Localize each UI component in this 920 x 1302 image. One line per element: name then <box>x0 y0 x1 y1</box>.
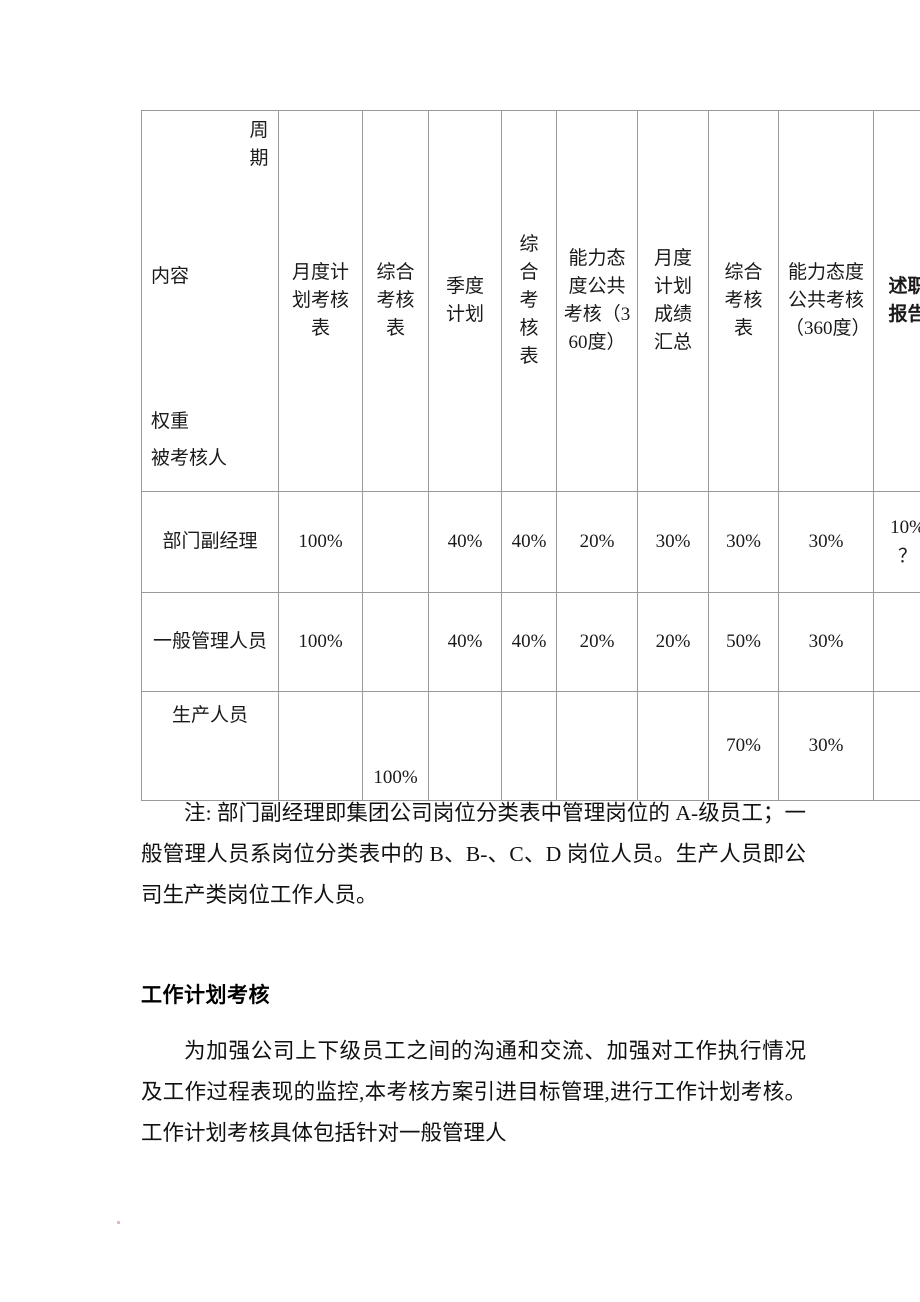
cell-r2-c3 <box>501 691 557 801</box>
column-header-monthly-score-summary: 月度计划成绩汇总 <box>637 110 709 492</box>
cell-r2-c8 <box>873 691 920 801</box>
row-header-general-management: 一般管理人员 <box>141 592 279 692</box>
corner-content-label: 内容 <box>151 266 190 287</box>
section-heading: 工作计划考核 <box>141 984 270 1007</box>
cell-r1-c2: 40% <box>428 592 502 692</box>
section-paragraph: 为加强公司上下级员工之间的沟通和交流、加强对工作执行情况及工作过程表现的监控,本… <box>141 1039 806 1145</box>
cell-r2-c0 <box>278 691 363 801</box>
table-header-row: 周 期 内容 权重 被考核人 月度计划考核表 综合考核表 季度计划 综合考核表 … <box>141 110 920 492</box>
table-note-text: 注: 部门副经理即集团公司岗位分类表中管理岗位的 A-级员工；一般管理人员系岗位… <box>141 801 806 907</box>
cell-r0-c0: 100% <box>278 491 363 593</box>
cell-r0-c4: 20% <box>556 491 638 593</box>
cell-r0-c8: 10% ？ <box>873 491 920 593</box>
cell-r2-c1: 100% <box>362 691 429 801</box>
row-header-production-staff: 生产人员 <box>141 691 279 801</box>
corner-weight-label: 权重 <box>151 411 190 432</box>
row-header-deputy-manager: 部门副经理 <box>141 491 279 593</box>
cell-r2-c7: 30% <box>778 691 874 801</box>
cell-r2-c4 <box>556 691 638 801</box>
column-header-ability-attitude-360-2: 能力态度公共考核（360度） <box>778 110 874 492</box>
cell-r1-c7: 30% <box>778 592 874 692</box>
cell-r0-c5: 30% <box>637 491 709 593</box>
cell-r0-c6: 30% <box>708 491 779 593</box>
cell-r0-c7: 30% <box>778 491 874 593</box>
column-header-monthly-plan-form: 月度计划考核表 <box>278 110 363 492</box>
cell-r1-c5: 20% <box>637 592 709 692</box>
corner-assessee-label: 被考核人 <box>151 448 228 469</box>
cell-r1-c4: 20% <box>556 592 638 692</box>
document-page: 周 期 内容 权重 被考核人 月度计划考核表 综合考核表 季度计划 综合考核表 … <box>0 0 920 1302</box>
table-row: 一般管理人员 100% 40% 40% 20% 20% 50% 30% <box>141 592 920 692</box>
cell-r2-c6: 70% <box>708 691 779 801</box>
table-row: 生产人员 100% 70% 30% <box>141 691 920 801</box>
assessment-weight-table: 周 期 内容 权重 被考核人 月度计划考核表 综合考核表 季度计划 综合考核表 … <box>141 110 920 801</box>
table-row: 部门副经理 100% 40% 40% 20% 30% 30% 30% 10% ？ <box>141 491 920 593</box>
cell-r1-c6: 50% <box>708 592 779 692</box>
corner-period-label: 周 期 <box>249 120 269 169</box>
column-header-work-report: 述职报告 <box>873 110 920 492</box>
cell-r0-c2: 40% <box>428 491 502 593</box>
cell-r1-c3: 40% <box>501 592 557 692</box>
cell-r0-c3: 40% <box>501 491 557 593</box>
cell-r1-c0: 100% <box>278 592 363 692</box>
column-header-ability-attitude-360-1: 能力态度公共考核（360度） <box>556 110 638 492</box>
column-header-quarterly-plan: 季度计划 <box>428 110 502 492</box>
page-speck-artifact <box>117 1221 120 1224</box>
cell-r2-c2 <box>428 691 502 801</box>
table-corner-header-cell: 周 期 内容 权重 被考核人 <box>141 110 279 492</box>
column-header-comprehensive-form-3: 综合考核表 <box>708 110 779 492</box>
column-header-comprehensive-form-2: 综合考核表 <box>501 110 557 492</box>
cell-r1-c1 <box>362 592 429 692</box>
cell-r1-c8 <box>873 592 920 692</box>
column-header-comprehensive-form-1: 综合考核表 <box>362 110 429 492</box>
assessment-weight-table-wrapper: 周 期 内容 权重 被考核人 月度计划考核表 综合考核表 季度计划 综合考核表 … <box>141 110 920 801</box>
cell-r0-c1 <box>362 491 429 593</box>
cell-r2-c5 <box>637 691 709 801</box>
